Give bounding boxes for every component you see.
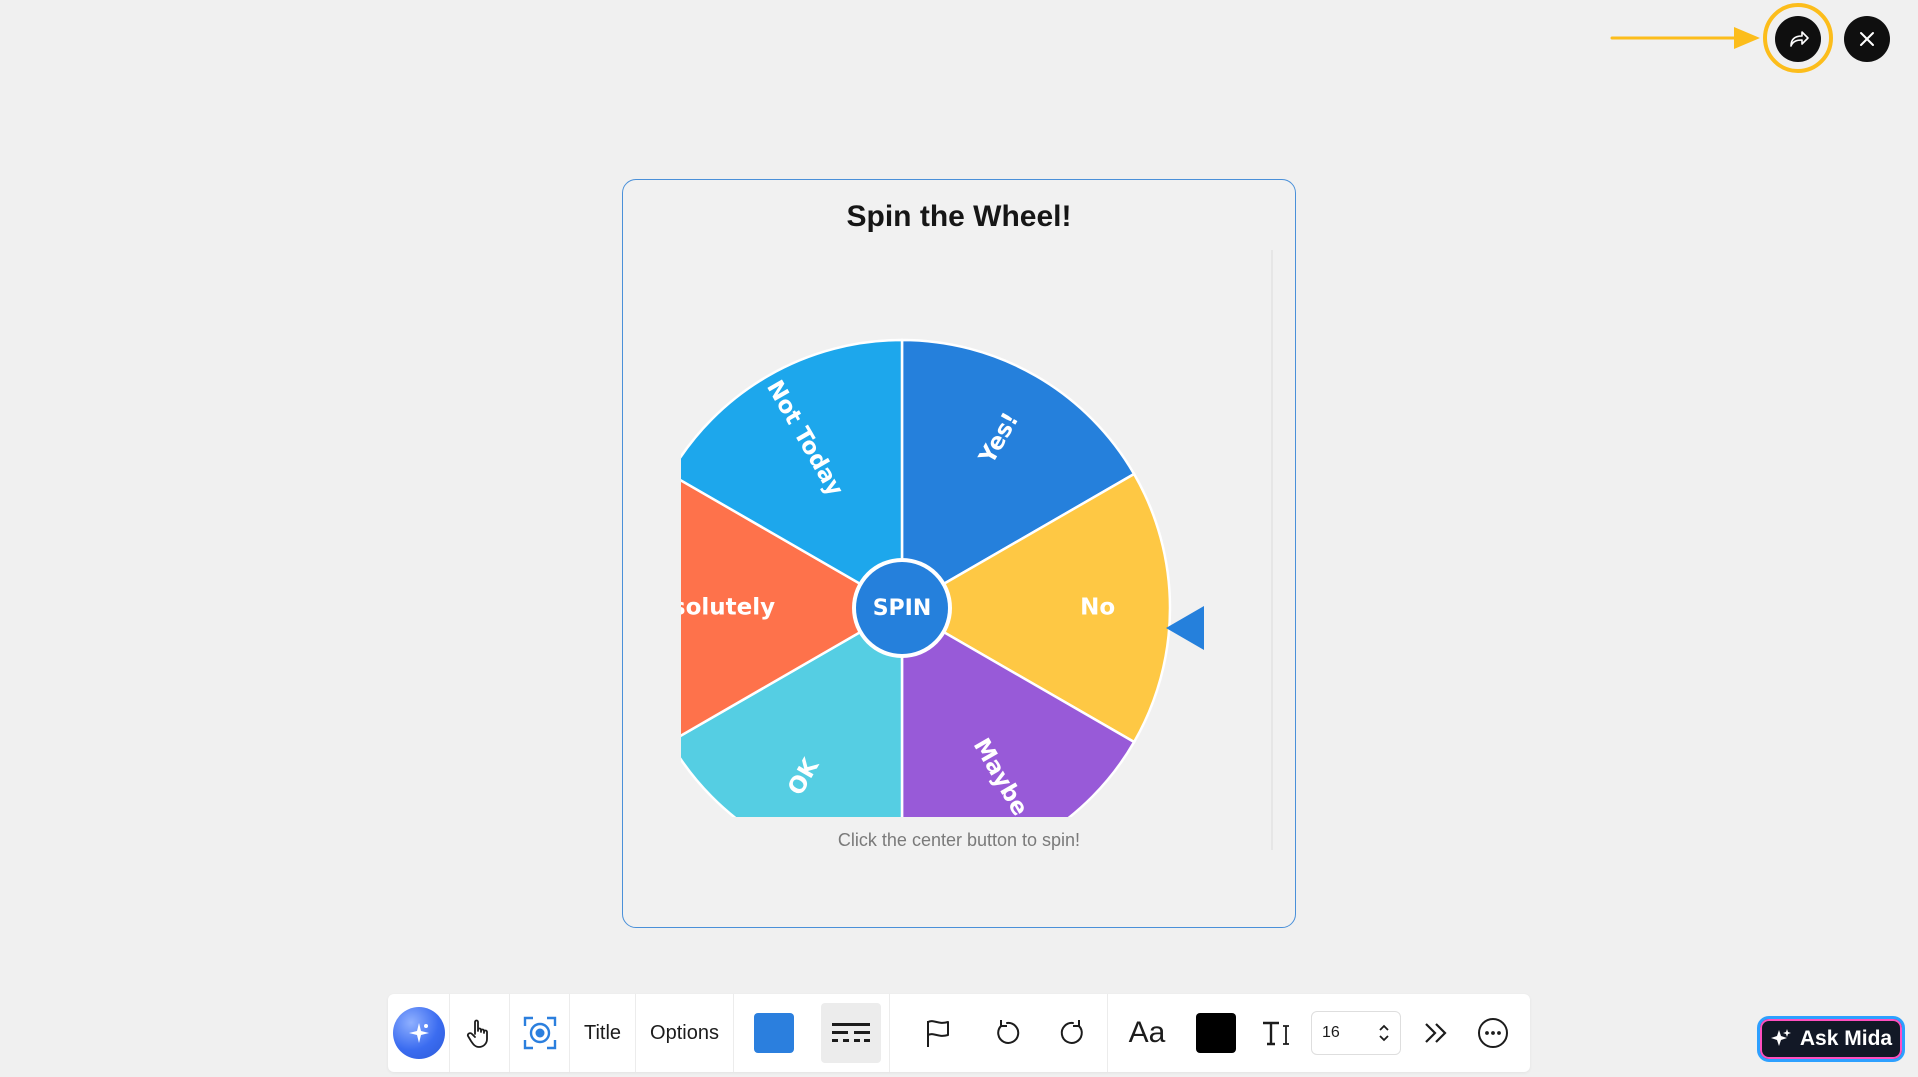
options-button[interactable]: Options bbox=[636, 994, 734, 1072]
spin-button-label[interactable]: SPIN bbox=[873, 596, 932, 621]
ask-mida-label: Ask Mida bbox=[1799, 1027, 1893, 1050]
undo-button[interactable] bbox=[978, 994, 1038, 1072]
sparkle-icon bbox=[1770, 1029, 1791, 1046]
rotate-left-icon bbox=[997, 1020, 1020, 1044]
wheel-pointer-icon bbox=[1166, 606, 1204, 650]
ellipsis-circle-icon bbox=[1477, 1018, 1508, 1048]
flag-icon bbox=[926, 1020, 949, 1047]
line-style-icon bbox=[832, 1023, 871, 1042]
bottom-toolbar: Title Options Aa 16 bbox=[388, 994, 1530, 1072]
redo-button[interactable] bbox=[1038, 994, 1108, 1072]
spin-wheel-card: Spin the Wheel! Yes!NoMaybeOKAbsolutelyN… bbox=[622, 179, 1296, 928]
hand-pointer-icon bbox=[466, 1019, 488, 1048]
interact-button[interactable] bbox=[450, 994, 510, 1072]
focus-target-icon bbox=[523, 1016, 556, 1050]
rotate-right-icon bbox=[1061, 1020, 1084, 1044]
annotation-arrow-icon bbox=[1610, 27, 1760, 49]
double-chevron-right-icon bbox=[1425, 1023, 1447, 1043]
card-scrollbar bbox=[1271, 250, 1273, 850]
fill-color-swatch bbox=[753, 1013, 794, 1053]
line-style-button[interactable] bbox=[814, 994, 890, 1072]
font-size-control[interactable]: 16 bbox=[1306, 994, 1406, 1072]
close-icon bbox=[1860, 32, 1874, 46]
fill-color-button[interactable] bbox=[734, 994, 814, 1072]
sparkle-icon bbox=[392, 1007, 445, 1059]
ai-magic-button[interactable] bbox=[388, 994, 450, 1072]
card-title: Spin the Wheel! bbox=[846, 200, 1072, 233]
text-color-swatch bbox=[1195, 1013, 1236, 1053]
title-button[interactable]: Title bbox=[570, 994, 637, 1072]
share-button[interactable] bbox=[1775, 16, 1821, 62]
focus-button[interactable] bbox=[510, 994, 570, 1072]
font-family-button[interactable]: Aa bbox=[1108, 994, 1186, 1072]
wheel-label: Absolutely bbox=[681, 595, 775, 621]
font-size-value[interactable]: 16 bbox=[1322, 1024, 1340, 1042]
ask-mida-button[interactable]: Ask Mida bbox=[1757, 1016, 1905, 1062]
text-size-icon bbox=[1262, 1021, 1289, 1046]
stepper-arrows-icon[interactable] bbox=[1378, 1022, 1390, 1044]
close-button[interactable] bbox=[1844, 16, 1890, 62]
text-format-button[interactable] bbox=[1246, 994, 1306, 1072]
more-tools-button[interactable] bbox=[1406, 994, 1466, 1072]
flag-button[interactable] bbox=[898, 994, 978, 1072]
wheel-label: No bbox=[1080, 595, 1115, 621]
hint-text: Click the center button to spin! bbox=[837, 830, 1081, 850]
share-arrow-icon bbox=[1790, 31, 1809, 47]
text-color-button[interactable] bbox=[1186, 994, 1246, 1072]
spin-wheel[interactable]: Yes!NoMaybeOKAbsolutelyNot TodaySPIN bbox=[681, 257, 1241, 817]
more-options-button[interactable] bbox=[1466, 994, 1520, 1072]
